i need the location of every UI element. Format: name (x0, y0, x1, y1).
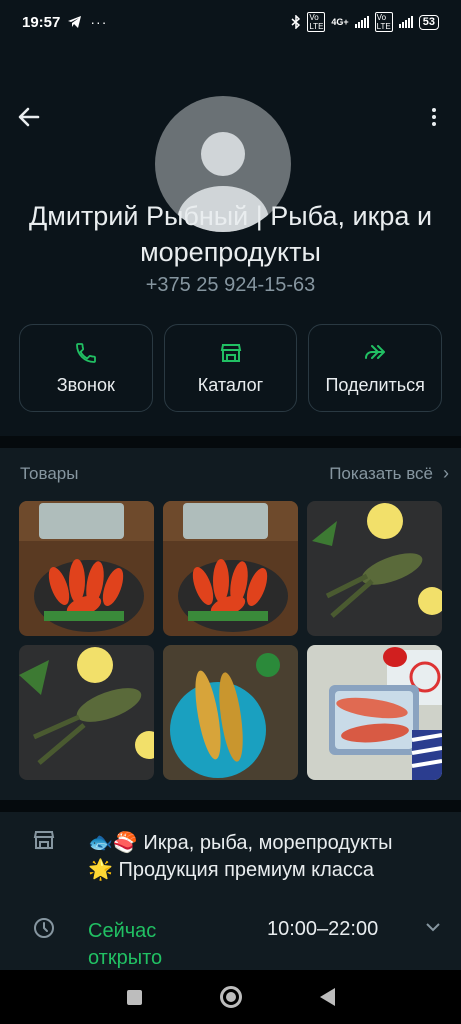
call-button-label: Звонок (56, 374, 115, 395)
signal-icon-2 (398, 16, 413, 28)
clock-icon (34, 918, 54, 938)
share-button[interactable]: Поделиться (308, 324, 443, 412)
status-bar: 19:57 ··· Vo LTE 4G+ Vo LTE 53 (0, 0, 461, 44)
chevron-right-icon[interactable]: › (443, 463, 449, 484)
share-button-label: Поделиться (325, 374, 425, 395)
home-button[interactable] (219, 986, 242, 1008)
products-title: Товары (20, 464, 79, 483)
status-left-icons: ··· (68, 14, 107, 30)
call-button[interactable]: Звонок (19, 324, 153, 412)
product-thumb-crayfish-live[interactable] (307, 501, 442, 636)
bluetooth-icon (291, 15, 301, 29)
recents-button[interactable] (126, 989, 142, 1005)
volte-icon: Vo LTE (307, 12, 326, 32)
section-divider-2 (0, 800, 461, 812)
arrow-left-icon[interactable] (16, 104, 42, 130)
profile-phone: +375 25 924-15-63 (145, 274, 316, 296)
back-button[interactable] (319, 988, 335, 1006)
business-description: 🐟🍣 Икра, рыба, морепродукты 🌟 Продукция … (88, 830, 393, 884)
status-time: 19:57 (22, 13, 61, 31)
product-thumb-crayfish-boiled-2[interactable] (163, 501, 298, 636)
catalog-button-label: Каталог (197, 374, 264, 395)
description-line-2: 🌟 Продукция премиум класса (88, 859, 375, 881)
show-all-link[interactable]: Показать всё (329, 464, 433, 484)
products-section: Товары Показать всё › (0, 448, 461, 800)
business-info: 🐟🍣 Икра, рыба, морепродукты 🌟 Продукция … (0, 812, 461, 970)
more-vertical-icon[interactable] (424, 104, 444, 130)
telegram-icon (68, 16, 82, 28)
product-thumb-redfish[interactable] (307, 645, 442, 780)
business-hours[interactable]: 10:00–22:00 (267, 918, 378, 941)
battery-indicator: 53 (418, 14, 439, 30)
more-notifications-icon: ··· (90, 14, 108, 30)
network-type: 4G+ (331, 17, 349, 27)
product-thumb-shrimp[interactable] (163, 645, 298, 780)
catalog-button[interactable]: Каталог (163, 324, 298, 412)
chevron-down-icon[interactable] (424, 918, 442, 936)
volte-icon-2: Vo LTE (374, 12, 393, 32)
store-icon (220, 343, 241, 362)
forward-icon (365, 344, 386, 359)
open-status: Сейчас открыто (88, 920, 163, 969)
section-divider (0, 436, 461, 448)
product-thumb-crayfish-live-2[interactable] (19, 645, 154, 780)
description-line-1: 🐟🍣 Икра, рыба, морепродукты (88, 832, 393, 854)
store-icon (33, 831, 55, 849)
action-buttons: Звонок Каталог Поделиться (19, 324, 443, 412)
product-thumb-crayfish-boiled[interactable] (19, 501, 154, 636)
status-right-icons: Vo LTE 4G+ Vo LTE 53 (291, 12, 439, 32)
phone-icon (75, 342, 96, 363)
profile-name: Дмитрий Рыбный | Рыба, икра и морепродук… (28, 201, 433, 267)
signal-icon (354, 16, 369, 28)
product-grid (19, 501, 442, 780)
system-navigation-bar (0, 970, 461, 1024)
